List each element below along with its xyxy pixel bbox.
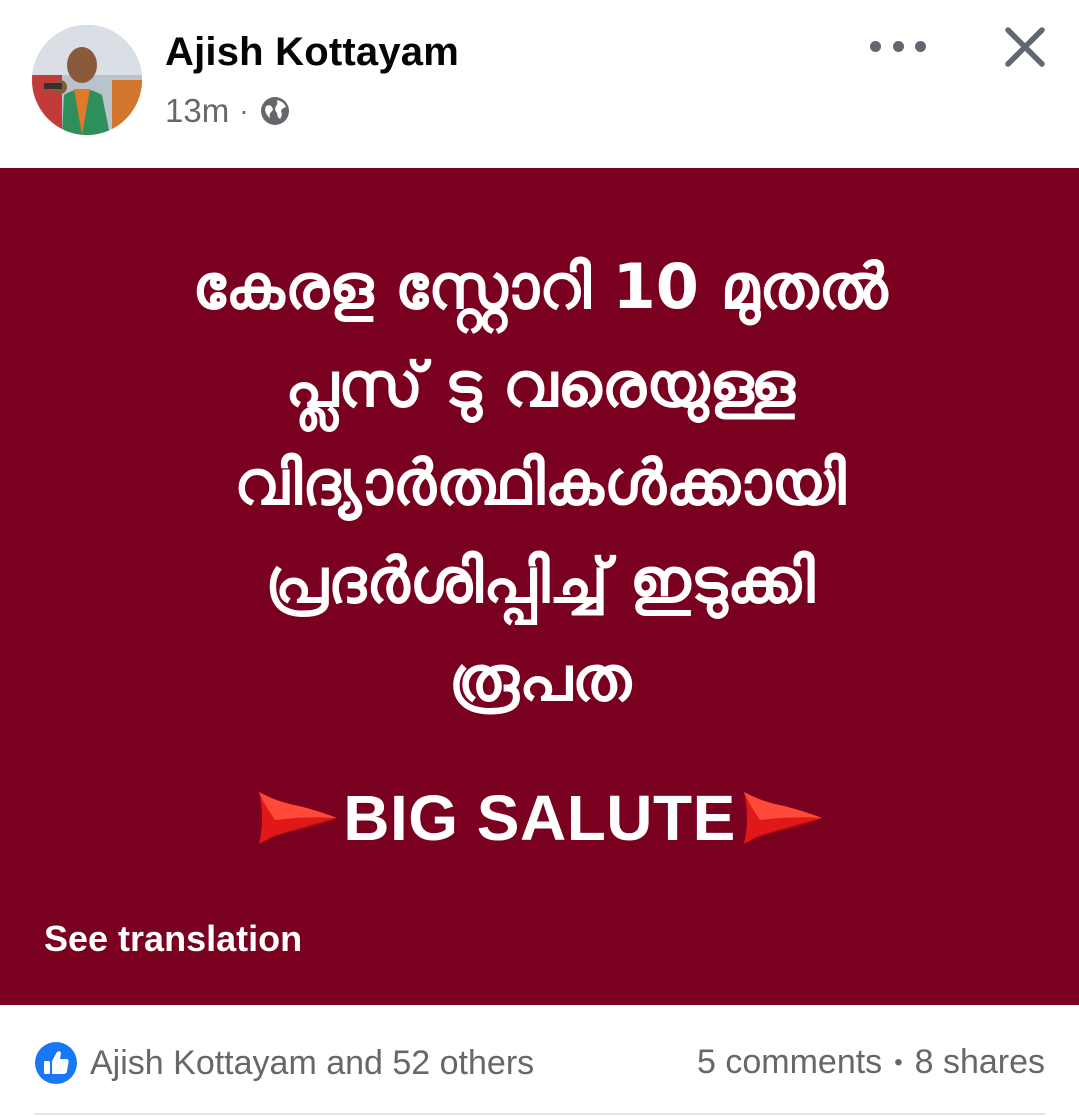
post-meta: 13m ·	[165, 90, 291, 132]
post-headline: കേരള സ്റ്റോറി 10 മുതൽ പ്ലസ് ടു വരെയുള്ള …	[40, 238, 1040, 728]
headline-line: വിദ്യാർത്ഥികൾക്കായി	[234, 446, 846, 519]
post-header: Ajish Kottayam 13m ·	[0, 0, 1079, 168]
stats-separator: •	[894, 1048, 903, 1076]
comments-count[interactable]: 5 comments	[697, 1043, 882, 1082]
reactions-text: Ajish Kottayam and 52 others	[90, 1043, 535, 1082]
salute-text: BIG SALUTE	[343, 782, 736, 854]
shares-count[interactable]: 8 shares	[915, 1043, 1045, 1082]
post-image-card[interactable]: കേരള സ്റ്റോറി 10 മുതൽ പ്ലസ് ടു വരെയുള്ള …	[0, 168, 1079, 1005]
author-name[interactable]: Ajish Kottayam	[165, 30, 459, 75]
see-translation-link[interactable]: See translation	[44, 918, 302, 960]
post-stats: 5 comments • 8 shares	[697, 1043, 1045, 1082]
avatar[interactable]	[32, 25, 142, 135]
close-icon[interactable]	[1000, 22, 1050, 72]
salute-row: BIG SALUTE	[0, 780, 1079, 856]
headline-line: കേരള സ്റ്റോറി 10 മുതൽ	[192, 250, 888, 323]
post-time[interactable]: 13m	[165, 92, 229, 130]
red-flag-icon	[259, 792, 338, 844]
divider	[34, 1113, 1045, 1115]
more-options-icon[interactable]	[870, 30, 926, 62]
headline-line: രൂപത	[448, 642, 632, 715]
headline-line: പ്ലസ് ടു വരെയുള്ള	[285, 348, 795, 421]
post-footer: Ajish Kottayam and 52 others 5 comments …	[0, 1005, 1079, 1117]
headline-line: പ്രദർശിപ്പിച്ച് ഇടുക്കി	[265, 544, 815, 617]
red-flag-icon	[743, 792, 822, 844]
like-thumb-icon	[35, 1042, 77, 1084]
globe-icon	[259, 95, 291, 127]
facebook-post: Ajish Kottayam 13m · കേരള സ്റ്റോറി 10 മു…	[0, 0, 1079, 1117]
reactions-summary[interactable]: Ajish Kottayam and 52 others	[34, 1041, 534, 1085]
meta-separator: ·	[239, 95, 249, 126]
